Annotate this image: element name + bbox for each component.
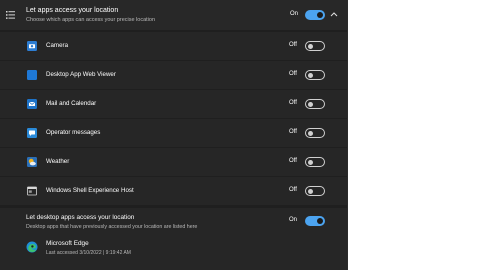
toggle-knob <box>308 72 313 78</box>
app-row-desktop-app-web-viewer: Desktop App Web Viewer Off <box>0 61 347 89</box>
app-row-camera: Camera Off <box>0 32 347 60</box>
app-state-label: Off <box>289 100 297 106</box>
toggle-knob <box>308 130 313 136</box>
header-title: Let apps access your location <box>26 7 119 14</box>
toggle-knob <box>317 12 323 18</box>
app-row-operator-messages: Operator messages Off <box>0 119 347 147</box>
desktop-app-name: Microsoft Edge <box>46 240 89 247</box>
desktop-apps-title: Let desktop apps access your location <box>26 214 135 221</box>
app-name: Windows Shell Experience Host <box>46 187 134 194</box>
app-name: Operator messages <box>46 129 101 136</box>
app-row-windows-shell-experience-host: Windows Shell Experience Host Off <box>0 177 347 205</box>
edge-icon <box>26 241 38 253</box>
panel-edge <box>347 0 348 270</box>
header-subtitle: Choose which apps can access your precis… <box>26 17 156 23</box>
app-name: Mail and Calendar <box>46 100 97 107</box>
toggle-knob <box>308 159 313 165</box>
toggle-knob <box>308 101 313 107</box>
desktop-apps-subtitle: Desktop apps that have previously access… <box>26 224 198 230</box>
last-accessed-text: Last accessed 3/10/2022 | 9:19:42 AM <box>46 250 131 256</box>
header-state-label: On <box>290 11 299 17</box>
web-viewer-icon <box>27 70 37 80</box>
app-state-label: Off <box>289 71 297 77</box>
location-settings-panel: Let apps access your location Choose whi… <box>0 0 347 270</box>
app-row-weather: Weather Off <box>0 148 347 176</box>
shell-host-location-toggle[interactable] <box>305 186 325 196</box>
weather-location-toggle[interactable] <box>305 157 325 167</box>
location-access-toggle[interactable] <box>305 10 325 20</box>
toggle-knob <box>308 43 313 49</box>
app-name: Weather <box>46 158 70 165</box>
desktop-apps-location-toggle[interactable] <box>305 216 325 226</box>
desktop-apps-section: Let desktop apps access your location De… <box>0 208 347 270</box>
camera-location-toggle[interactable] <box>305 41 325 51</box>
web-viewer-location-toggle[interactable] <box>305 70 325 80</box>
chevron-up-icon[interactable] <box>330 11 338 17</box>
operator-messages-location-toggle[interactable] <box>305 128 325 138</box>
app-state-label: Off <box>289 158 297 164</box>
message-icon <box>27 128 37 138</box>
list-settings-icon <box>6 11 15 19</box>
location-access-header[interactable]: Let apps access your location Choose whi… <box>0 0 347 30</box>
app-state-label: Off <box>289 129 297 135</box>
camera-icon <box>27 41 37 51</box>
toggle-knob <box>308 188 313 194</box>
toggle-knob <box>317 218 323 224</box>
window-icon <box>27 186 37 196</box>
app-state-label: Off <box>289 42 297 48</box>
app-row-mail-and-calendar: Mail and Calendar Off <box>0 90 347 118</box>
app-name: Desktop App Web Viewer <box>46 71 116 78</box>
app-name: Camera <box>46 42 69 49</box>
desktop-apps-state-label: On <box>289 217 298 223</box>
app-state-label: Off <box>289 187 297 193</box>
weather-icon <box>27 157 37 167</box>
mail-icon <box>27 99 37 109</box>
mail-location-toggle[interactable] <box>305 99 325 109</box>
